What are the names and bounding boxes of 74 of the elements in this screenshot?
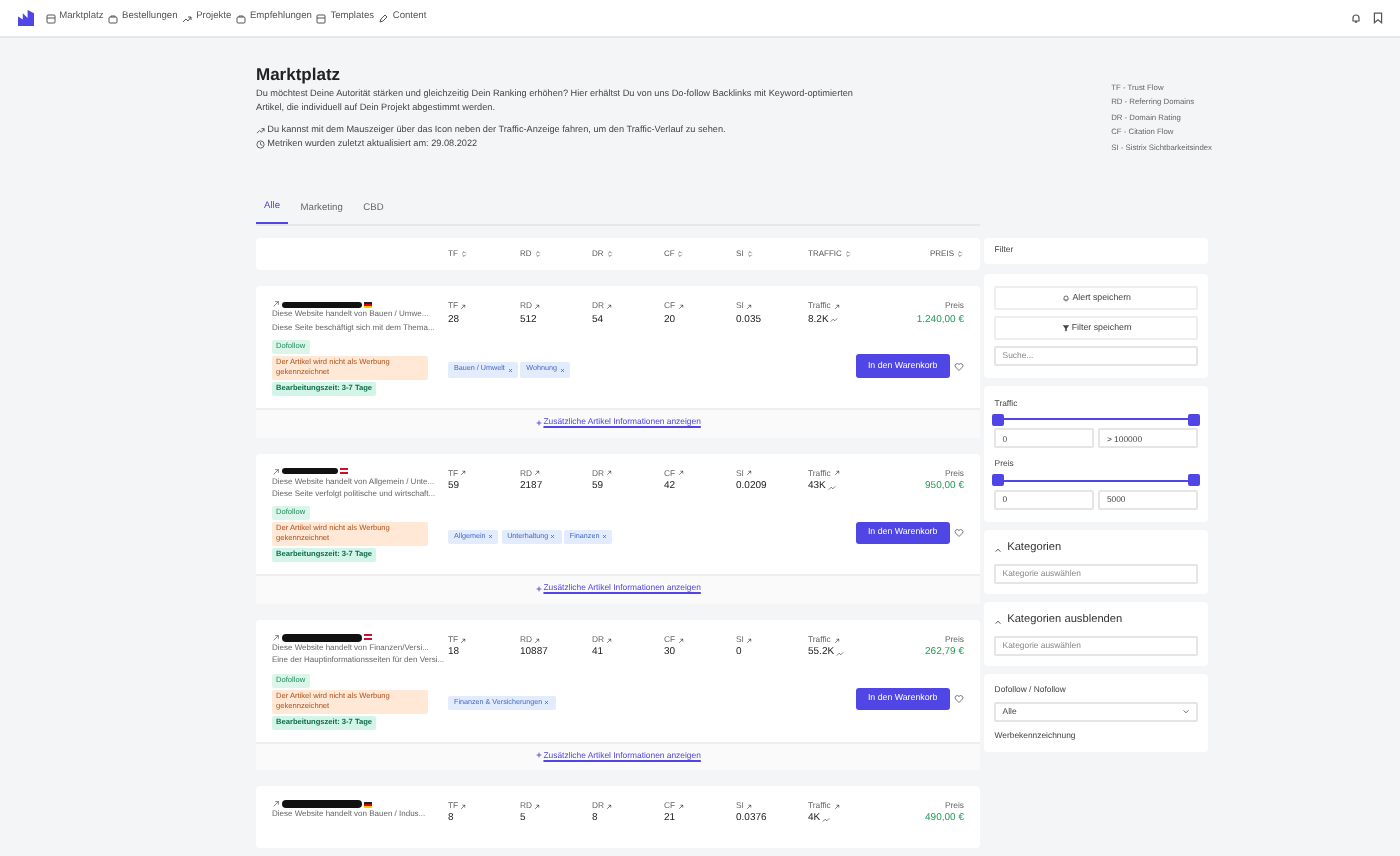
clock-icon [256, 140, 265, 150]
sort-icon [605, 250, 614, 259]
external-link-icon [534, 303, 541, 310]
external-link-icon [460, 470, 467, 477]
pen-icon [378, 13, 389, 23]
heart-icon[interactable] [954, 527, 964, 538]
flag-icon [364, 634, 373, 641]
slider-thumb[interactable] [1188, 413, 1201, 426]
external-link-icon [677, 637, 684, 643]
bell-icon[interactable] [1350, 12, 1363, 24]
trend-arrow-icon [182, 13, 193, 23]
sort-icon [459, 250, 468, 259]
grid-icon [316, 13, 327, 23]
redacted-bar [282, 467, 339, 475]
external-link-icon [746, 470, 753, 477]
flag-icon [340, 468, 349, 475]
flag-icon [364, 801, 373, 808]
sort-icon [745, 250, 754, 259]
logo-icon [16, 10, 36, 26]
external-link-icon [606, 803, 613, 810]
bell-icon [1062, 294, 1071, 303]
external-link-icon [606, 303, 613, 310]
trend-icon[interactable] [836, 649, 845, 658]
external-link-icon [833, 470, 840, 477]
plus-icon [535, 752, 542, 759]
sort-icon [676, 250, 685, 259]
heart-icon[interactable] [954, 694, 964, 705]
filter-icon [1061, 323, 1070, 332]
external-link-icon [833, 803, 840, 810]
external-link-icon [460, 637, 467, 643]
plus-icon [535, 419, 542, 426]
external-link-icon [460, 303, 467, 310]
flag-icon [364, 301, 373, 308]
external-link-icon [677, 303, 684, 310]
grid-icon [45, 13, 56, 23]
plus-icon [535, 585, 542, 592]
slider-thumb[interactable] [992, 413, 1005, 426]
external-link-icon [272, 800, 280, 809]
slider-thumb[interactable] [1188, 474, 1201, 487]
sort-icon [956, 250, 964, 259]
trend-icon[interactable] [828, 483, 837, 492]
external-link-icon [677, 803, 684, 810]
chevron-down-icon [1182, 707, 1191, 716]
external-link-icon [534, 637, 541, 643]
sort-icon [843, 250, 852, 259]
redacted-bar [282, 301, 363, 309]
heart-icon[interactable] [954, 361, 964, 372]
external-link-icon [534, 803, 541, 810]
chevron-up-icon[interactable] [994, 617, 1003, 626]
bag-icon [108, 13, 119, 23]
trend-icon[interactable] [822, 816, 831, 825]
redacted-bar [282, 800, 363, 808]
external-link-icon [677, 470, 684, 477]
external-link-icon [272, 300, 280, 309]
external-link-icon [460, 803, 467, 810]
external-link-icon [833, 637, 840, 643]
bookmark-icon[interactable] [1372, 12, 1384, 24]
external-link-icon [606, 637, 613, 643]
sort-icon [533, 250, 542, 259]
slider-thumb[interactable] [992, 474, 1005, 487]
external-link-icon [272, 633, 280, 642]
trend-icon[interactable] [830, 316, 839, 325]
external-link-icon [746, 303, 753, 310]
chevron-up-icon[interactable] [994, 545, 1003, 554]
redacted-bar [282, 634, 363, 642]
external-link-icon [606, 470, 613, 477]
bag-icon [235, 13, 246, 23]
external-link-icon [746, 803, 753, 810]
page-title: Marktplatz [256, 64, 343, 85]
external-link-icon [833, 303, 840, 310]
external-link-icon [534, 470, 541, 477]
trend-arrow-icon [256, 126, 265, 136]
external-link-icon [272, 467, 280, 476]
external-link-icon [746, 637, 753, 643]
